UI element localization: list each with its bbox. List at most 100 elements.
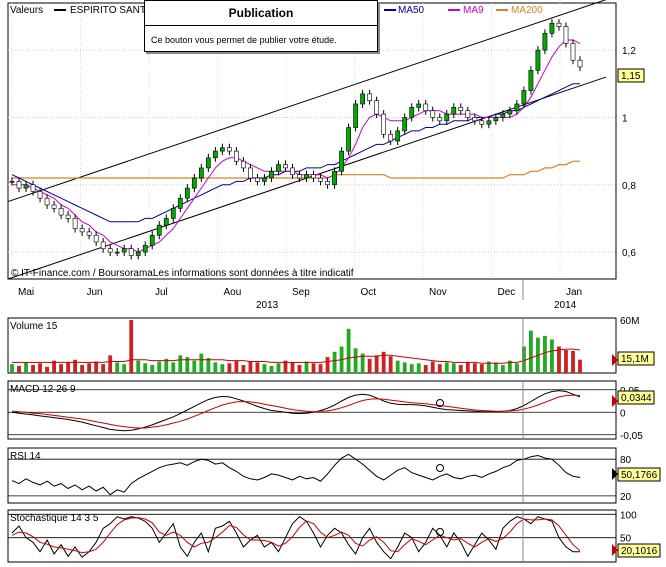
candle-body: [198, 167, 204, 179]
volume-bar: [45, 366, 49, 373]
candle-body: [444, 113, 450, 122]
candle-body: [262, 177, 267, 182]
candle-body: [135, 251, 141, 256]
candle: [535, 46, 541, 75]
volume-bar: [416, 363, 421, 373]
candle-body: [37, 191, 43, 199]
candle-body: [353, 103, 358, 128]
volume-bar: [409, 364, 414, 373]
month-label: Jan: [566, 287, 582, 298]
year-label-2014: 2014: [554, 300, 577, 311]
stoch-y-axis: 100 50: [620, 510, 637, 544]
volume-bar: [290, 362, 295, 373]
volume-bar: [353, 348, 358, 373]
ma200-legend-label[interactable]: MA200: [511, 5, 543, 16]
month-label: Nov: [429, 287, 447, 298]
price-y-tick: 0,8: [622, 181, 636, 192]
volume-bar: [367, 358, 372, 373]
rsi-last-label: 50,1766: [621, 470, 658, 481]
volume-bar: [262, 364, 267, 373]
candle-body: [51, 204, 57, 209]
volume-bar: [66, 362, 71, 373]
volume-bar: [255, 362, 260, 373]
volume-bar: [17, 365, 21, 373]
candle-body: [65, 214, 71, 219]
candle-body: [107, 248, 113, 253]
volume-title: Volume 15: [10, 321, 58, 332]
stoch-last-label: 20,1016: [621, 546, 658, 557]
candle-body: [451, 107, 457, 115]
candle-body: [521, 90, 527, 105]
volume-chart[interactable]: Volume 15 60M 15,1M: [0, 316, 666, 376]
volume-bar: [571, 350, 575, 373]
candle-body: [416, 103, 422, 108]
volume-bar: [430, 361, 435, 373]
month-label: Dec: [498, 287, 516, 298]
volume-bar: [402, 362, 407, 373]
candle-body: [114, 251, 120, 254]
candle-body: [234, 150, 239, 162]
candle-body: [325, 181, 330, 186]
candle-body: [227, 147, 232, 152]
candle-body: [437, 117, 443, 122]
volume-bar: [199, 353, 204, 373]
macd-chart[interactable]: MACD 12 26 9 0,050-0,05 0,0344: [0, 379, 666, 443]
candle-body: [79, 228, 85, 233]
volume-bar: [423, 365, 428, 373]
stochastic-chart[interactable]: Stochastique 14 3 5 100 50 20,1016: [0, 508, 666, 564]
candle-body: [72, 218, 78, 229]
volume-bar: [543, 335, 547, 373]
candle-body: [269, 170, 274, 179]
month-label: Mai: [18, 287, 34, 298]
candle-body: [388, 133, 394, 142]
candle-body: [297, 174, 302, 179]
publication-tooltip: Publication Ce bouton vous permet de pub…: [144, 0, 378, 52]
candle-body: [121, 248, 127, 253]
ticker-label: ESPIRITO SANT: [70, 5, 146, 16]
volume-bar: [493, 362, 498, 373]
volume-bar: [395, 360, 400, 373]
oscillator-y-tick: 0: [620, 408, 626, 419]
candle-body: [346, 127, 351, 152]
volume-bar: [325, 357, 330, 373]
candle-body: [472, 117, 478, 122]
volume-bar: [437, 364, 442, 373]
volume-bar: [578, 359, 582, 373]
volume-bar: [248, 361, 253, 373]
candle-body: [100, 241, 106, 250]
volume-bar: [80, 365, 85, 373]
candle-body: [318, 177, 323, 182]
candle-body: [283, 164, 288, 169]
oscillator-y-tick: 50: [620, 534, 632, 545]
candle-body: [149, 234, 155, 246]
candle-body: [535, 49, 541, 71]
rsi-chart[interactable]: RSI 14 80 20 50,1766: [0, 446, 666, 506]
price-y-tick: 1: [622, 113, 628, 124]
oscillator-y-tick: 100: [620, 510, 637, 521]
candle-body: [570, 43, 576, 61]
candle-body: [486, 120, 492, 125]
candle-body: [360, 93, 365, 105]
last-price-label: 1,15: [621, 71, 641, 82]
volume-bar: [269, 365, 274, 373]
candle-body: [402, 117, 408, 132]
volume-bar: [59, 364, 63, 373]
candle-body: [479, 120, 485, 125]
volume-bar: [458, 365, 463, 373]
volume-bar: [227, 363, 232, 373]
candle-body: [563, 26, 569, 44]
oscillator-y-tick: 20: [620, 492, 632, 503]
candle-body: [44, 197, 50, 206]
ma9-legend-label[interactable]: MA9: [463, 5, 484, 16]
year-label-2013: 2013: [256, 300, 279, 311]
price-y-tick: 1,2: [622, 46, 636, 57]
volume-top-tick: 60M: [620, 316, 639, 327]
candle-body: [191, 177, 197, 189]
month-label: Sep: [292, 287, 310, 298]
rsi-frame: [7, 447, 617, 504]
volume-bar: [150, 365, 155, 373]
month-label: Jun: [87, 287, 103, 298]
volume-bar: [304, 361, 309, 373]
volume-bar: [171, 362, 176, 373]
ma50-legend-label[interactable]: MA50: [398, 5, 425, 16]
